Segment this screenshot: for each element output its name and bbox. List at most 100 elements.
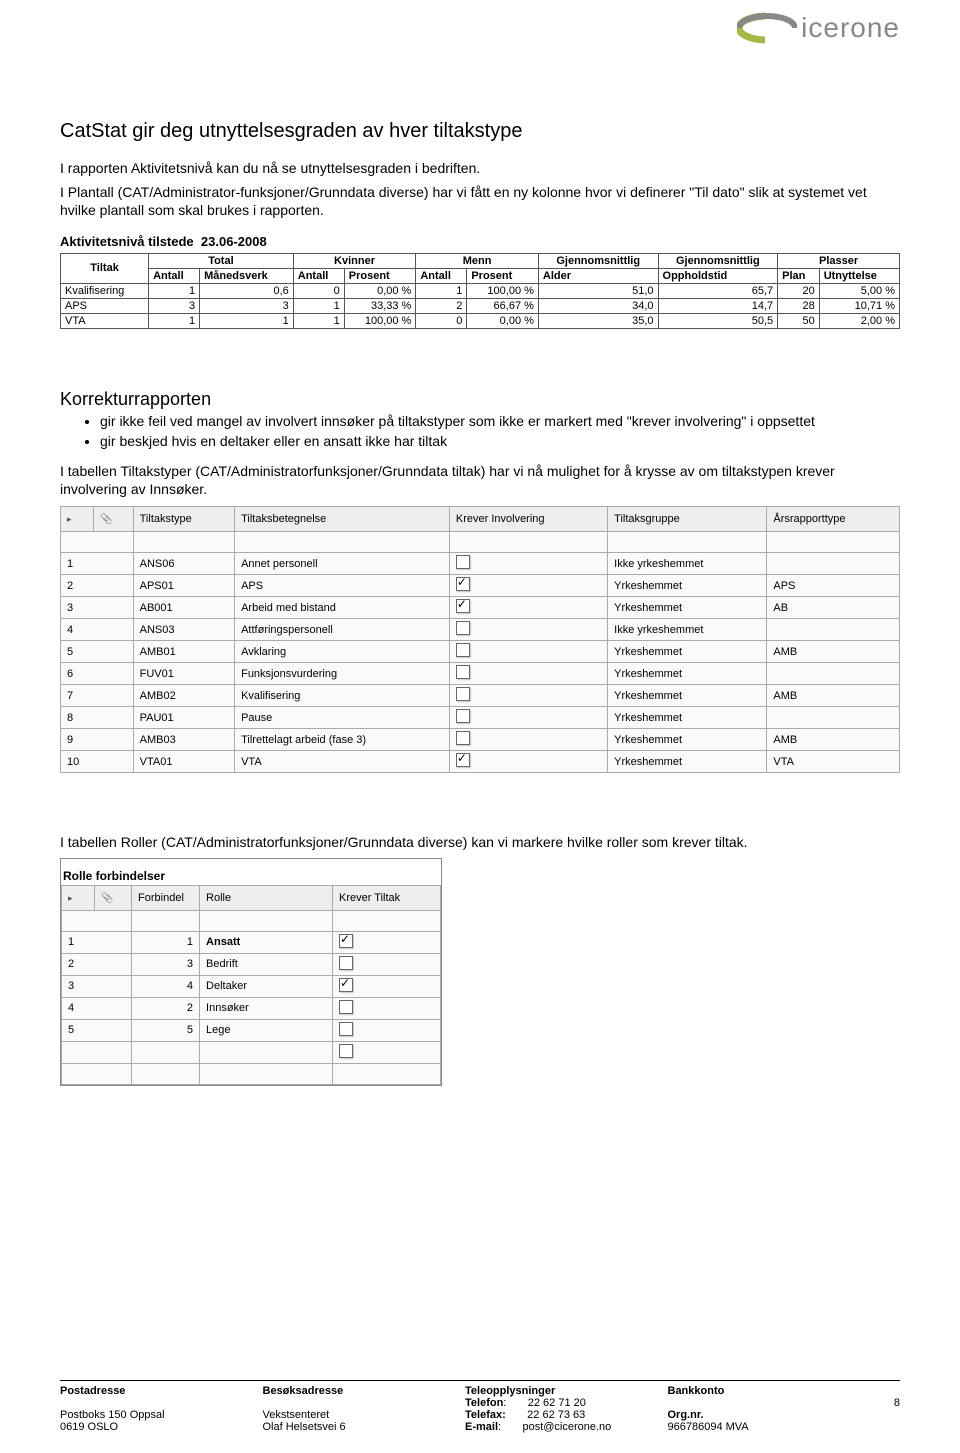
grid-cell[interactable]: Yrkeshemmet <box>608 729 767 751</box>
checkbox-icon[interactable] <box>339 1000 353 1014</box>
checkbox-cell[interactable] <box>333 975 441 997</box>
grid-row[interactable]: 4ANS03AttføringspersonellIkke yrkeshemme… <box>61 619 900 641</box>
grid-cell[interactable]: ANS06 <box>133 553 234 575</box>
col-rolle[interactable]: Rolle <box>200 885 333 910</box>
grid-row[interactable]: 6FUV01FunksjonsvurderingYrkeshemmet <box>61 663 900 685</box>
forbindel-cell[interactable]: 2 <box>132 997 200 1019</box>
row-selector-icon[interactable] <box>61 507 94 532</box>
checkbox-cell[interactable] <box>449 619 607 641</box>
grid-cell[interactable]: Yrkeshemmet <box>608 575 767 597</box>
grid-row[interactable]: 11Ansatt <box>62 931 441 953</box>
grid-row[interactable]: 3AB001Arbeid med bistandYrkeshemmetAB <box>61 597 900 619</box>
col-arsrapport[interactable]: Årsrapporttype <box>767 507 900 532</box>
forbindel-cell[interactable]: 4 <box>132 975 200 997</box>
col-tiltaksgruppe[interactable]: Tiltaksgruppe <box>608 507 767 532</box>
forbindel-cell[interactable]: 3 <box>132 953 200 975</box>
checkbox-icon[interactable] <box>456 555 470 569</box>
grid-cell[interactable]: AMB <box>767 685 900 707</box>
grid-cell[interactable]: APS <box>767 575 900 597</box>
grid-cell[interactable] <box>767 663 900 685</box>
grid-cell[interactable]: AB <box>767 597 900 619</box>
grid-cell[interactable]: Ikke yrkeshemmet <box>608 619 767 641</box>
grid-row[interactable]: 7AMB02KvalifiseringYrkeshemmetAMB <box>61 685 900 707</box>
checkbox-cell[interactable] <box>333 953 441 975</box>
roller-grid[interactable]: Forbindel Rolle Krever Tiltak 11Ansatt23… <box>61 885 441 1085</box>
grid-cell[interactable] <box>767 707 900 729</box>
grid-cell[interactable]: Yrkeshemmet <box>608 751 767 773</box>
checkbox-cell[interactable] <box>449 663 607 685</box>
forbindel-cell[interactable]: 5 <box>132 1019 200 1041</box>
grid-cell[interactable]: Yrkeshemmet <box>608 597 767 619</box>
checkbox-icon[interactable] <box>456 709 470 723</box>
grid-cell[interactable]: Annet personell <box>235 553 450 575</box>
grid-cell[interactable]: Avklaring <box>235 641 450 663</box>
grid-cell[interactable]: Yrkeshemmet <box>608 663 767 685</box>
checkbox-cell[interactable] <box>449 553 607 575</box>
checkbox-icon[interactable] <box>339 956 353 970</box>
grid-cell[interactable]: Yrkeshemmet <box>608 707 767 729</box>
grid-cell[interactable]: ANS03 <box>133 619 234 641</box>
grid-cell[interactable]: Kvalifisering <box>235 685 450 707</box>
grid-cell[interactable]: Funksjonsvurdering <box>235 663 450 685</box>
checkbox-icon[interactable] <box>456 643 470 657</box>
row-selector-icon[interactable] <box>62 885 95 910</box>
tiltakstyper-grid[interactable]: Tiltakstype Tiltaksbetegnelse Krever Inv… <box>60 506 900 773</box>
forbindel-cell[interactable]: 1 <box>132 931 200 953</box>
grid-row[interactable]: 34Deltaker <box>62 975 441 997</box>
grid-row[interactable]: 10VTA01VTAYrkeshemmetVTA <box>61 751 900 773</box>
checkbox-cell[interactable] <box>449 751 607 773</box>
grid-cell[interactable]: VTA01 <box>133 751 234 773</box>
checkbox-empty[interactable] <box>339 1044 353 1058</box>
col-tiltaksbet[interactable]: Tiltaksbetegnelse <box>235 507 450 532</box>
checkbox-icon[interactable] <box>456 665 470 679</box>
rolle-cell[interactable]: Ansatt <box>200 931 333 953</box>
grid-row[interactable]: 23Bedrift <box>62 953 441 975</box>
rolle-cell[interactable]: Deltaker <box>200 975 333 997</box>
grid-row[interactable]: 8PAU01PauseYrkeshemmet <box>61 707 900 729</box>
grid-cell[interactable]: AMB <box>767 729 900 751</box>
grid-cell[interactable]: Ikke yrkeshemmet <box>608 553 767 575</box>
grid-cell[interactable]: Arbeid med bistand <box>235 597 450 619</box>
grid-cell[interactable]: APS <box>235 575 450 597</box>
checkbox-icon[interactable] <box>456 687 470 701</box>
grid-cell[interactable]: PAU01 <box>133 707 234 729</box>
checkbox-cell[interactable] <box>449 685 607 707</box>
checkbox-cell[interactable] <box>333 1019 441 1041</box>
checkbox-cell[interactable] <box>449 575 607 597</box>
checkbox-cell[interactable] <box>333 931 441 953</box>
grid-row[interactable]: 42Innsøker <box>62 997 441 1019</box>
grid-cell[interactable] <box>767 619 900 641</box>
rolle-cell[interactable]: Lege <box>200 1019 333 1041</box>
rolle-cell[interactable]: Innsøker <box>200 997 333 1019</box>
checkbox-icon[interactable] <box>339 978 353 992</box>
checkbox-cell[interactable] <box>449 707 607 729</box>
checkbox-icon[interactable] <box>456 621 470 635</box>
checkbox-cell[interactable] <box>449 729 607 751</box>
checkbox-icon[interactable] <box>456 731 470 745</box>
col-forbindel[interactable]: Forbindel <box>132 885 200 910</box>
grid-cell[interactable]: Yrkeshemmet <box>608 685 767 707</box>
grid-cell[interactable]: AB001 <box>133 597 234 619</box>
checkbox-icon[interactable] <box>456 753 470 767</box>
grid-cell[interactable]: VTA <box>235 751 450 773</box>
col-krever-inv[interactable]: Krever Involvering <box>449 507 607 532</box>
grid-cell[interactable] <box>767 553 900 575</box>
grid-cell[interactable]: AMB01 <box>133 641 234 663</box>
checkbox-icon[interactable] <box>339 1022 353 1036</box>
grid-row[interactable]: 55Lege <box>62 1019 441 1041</box>
grid-cell[interactable]: AMB <box>767 641 900 663</box>
grid-cell[interactable]: Pause <box>235 707 450 729</box>
grid-cell[interactable]: Attføringspersonell <box>235 619 450 641</box>
grid-cell[interactable]: Yrkeshemmet <box>608 641 767 663</box>
grid-cell[interactable]: AMB03 <box>133 729 234 751</box>
checkbox-cell[interactable] <box>333 997 441 1019</box>
rolle-cell[interactable]: Bedrift <box>200 953 333 975</box>
checkbox-icon[interactable] <box>339 934 353 948</box>
grid-row[interactable]: 9AMB03Tilrettelagt arbeid (fase 3)Yrkesh… <box>61 729 900 751</box>
grid-cell[interactable]: VTA <box>767 751 900 773</box>
grid-row[interactable]: 5AMB01AvklaringYrkeshemmetAMB <box>61 641 900 663</box>
checkbox-cell[interactable] <box>449 597 607 619</box>
checkbox-icon[interactable] <box>456 599 470 613</box>
grid-cell[interactable]: FUV01 <box>133 663 234 685</box>
grid-cell[interactable]: AMB02 <box>133 685 234 707</box>
